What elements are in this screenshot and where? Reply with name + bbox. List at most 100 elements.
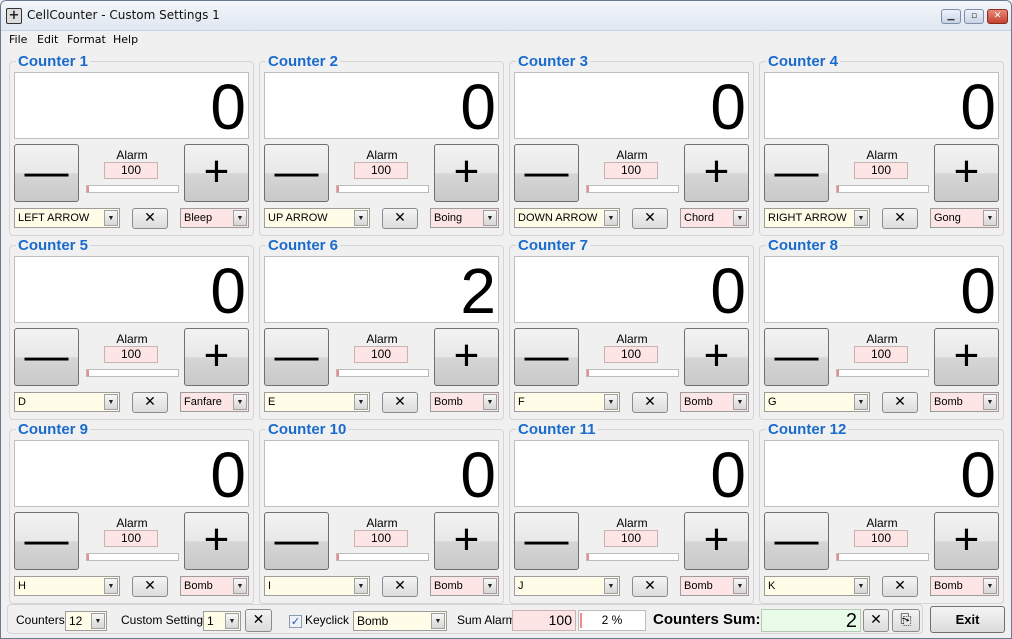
alarm-input[interactable]: 100 (104, 162, 158, 179)
reset-all-button[interactable]: ✕ (863, 609, 889, 632)
chevron-down-icon[interactable]: ▼ (983, 394, 997, 410)
reset-counter-button[interactable]: ✕ (882, 576, 918, 597)
sound-select[interactable]: Bleep ▼ (180, 208, 249, 228)
decrement-button[interactable]: — (14, 144, 79, 202)
chevron-down-icon[interactable]: ▼ (233, 394, 247, 410)
chevron-down-icon[interactable]: ▼ (604, 210, 618, 226)
reset-counter-button[interactable]: ✕ (382, 208, 418, 229)
alarm-input[interactable]: 100 (604, 530, 658, 547)
chevron-down-icon[interactable]: ▼ (91, 613, 105, 629)
decrement-button[interactable]: — (264, 328, 329, 386)
hotkey-select[interactable]: F ▼ (514, 392, 620, 412)
chevron-down-icon[interactable]: ▼ (354, 394, 368, 410)
chevron-down-icon[interactable]: ▼ (483, 210, 497, 226)
chevron-down-icon[interactable]: ▼ (854, 394, 868, 410)
hotkey-select[interactable]: K ▼ (764, 576, 870, 596)
chevron-down-icon[interactable]: ▼ (983, 578, 997, 594)
chevron-down-icon[interactable]: ▼ (854, 578, 868, 594)
reset-counter-button[interactable]: ✕ (132, 392, 168, 413)
decrement-button[interactable]: — (764, 512, 829, 570)
chevron-down-icon[interactable]: ▼ (604, 394, 618, 410)
sound-select[interactable]: Bomb ▼ (180, 576, 249, 596)
increment-button[interactable]: + (184, 512, 249, 570)
sound-select[interactable]: Bomb ▼ (680, 576, 749, 596)
hotkey-select[interactable]: H ▼ (14, 576, 120, 596)
chevron-down-icon[interactable]: ▼ (604, 578, 618, 594)
reset-counter-button[interactable]: ✕ (382, 576, 418, 597)
sound-select[interactable]: Gong ▼ (930, 208, 999, 228)
chevron-down-icon[interactable]: ▼ (483, 394, 497, 410)
hotkey-select[interactable]: G ▼ (764, 392, 870, 412)
decrement-button[interactable]: — (764, 328, 829, 386)
alarm-input[interactable]: 100 (104, 530, 158, 547)
exit-button[interactable]: Exit (930, 606, 1005, 633)
decrement-button[interactable]: — (14, 328, 79, 386)
hotkey-select[interactable]: E ▼ (264, 392, 370, 412)
increment-button[interactable]: + (684, 512, 749, 570)
hotkey-select[interactable]: RIGHT ARROW ▼ (764, 208, 870, 228)
sound-select[interactable]: Bomb ▼ (930, 576, 999, 596)
decrement-button[interactable]: — (514, 328, 579, 386)
keyclick-checkbox[interactable]: ✓ (289, 615, 302, 628)
chevron-down-icon[interactable]: ▼ (354, 578, 368, 594)
decrement-button[interactable]: — (514, 512, 579, 570)
increment-button[interactable]: + (684, 144, 749, 202)
chevron-down-icon[interactable]: ▼ (483, 578, 497, 594)
chevron-down-icon[interactable]: ▼ (854, 210, 868, 226)
alarm-input[interactable]: 100 (854, 530, 908, 547)
alarm-input[interactable]: 100 (354, 346, 408, 363)
hotkey-select[interactable]: D ▼ (14, 392, 120, 412)
increment-button[interactable]: + (684, 328, 749, 386)
decrement-button[interactable]: — (14, 512, 79, 570)
minimize-button[interactable]: ▁ (941, 9, 961, 24)
sound-select[interactable]: Bomb ▼ (680, 392, 749, 412)
chevron-down-icon[interactable]: ▼ (733, 578, 747, 594)
reset-counter-button[interactable]: ✕ (632, 392, 668, 413)
hotkey-select[interactable]: DOWN ARROW ▼ (514, 208, 620, 228)
reset-counter-button[interactable]: ✕ (132, 576, 168, 597)
reset-counter-button[interactable]: ✕ (632, 576, 668, 597)
decrement-button[interactable]: — (264, 144, 329, 202)
decrement-button[interactable]: — (514, 144, 579, 202)
alarm-input[interactable]: 100 (604, 162, 658, 179)
alarm-input[interactable]: 100 (104, 346, 158, 363)
sound-select[interactable]: Chord ▼ (680, 208, 749, 228)
increment-button[interactable]: + (184, 144, 249, 202)
hotkey-select[interactable]: J ▼ (514, 576, 620, 596)
hotkey-select[interactable]: UP ARROW ▼ (264, 208, 370, 228)
reset-counter-button[interactable]: ✕ (382, 392, 418, 413)
keyclick-sound-select[interactable]: Bomb ▼ (353, 611, 447, 631)
chevron-down-icon[interactable]: ▼ (104, 210, 118, 226)
sound-select[interactable]: Boing ▼ (430, 208, 499, 228)
reset-counter-button[interactable]: ✕ (132, 208, 168, 229)
increment-button[interactable]: + (934, 144, 999, 202)
menu-format[interactable]: Format (67, 33, 106, 46)
sound-select[interactable]: Bomb ▼ (430, 576, 499, 596)
chevron-down-icon[interactable]: ▼ (431, 613, 445, 629)
delete-settings-button[interactable]: ✕ (245, 609, 272, 632)
copy-icon[interactable]: ⎘ (892, 609, 920, 632)
sound-select[interactable]: Bomb ▼ (430, 392, 499, 412)
menu-file[interactable]: File (9, 33, 27, 46)
chevron-down-icon[interactable]: ▼ (104, 578, 118, 594)
alarm-input[interactable]: 100 (354, 162, 408, 179)
maximize-button[interactable]: ▫ (964, 9, 984, 24)
hotkey-select[interactable]: I ▼ (264, 576, 370, 596)
chevron-down-icon[interactable]: ▼ (983, 210, 997, 226)
chevron-down-icon[interactable]: ▼ (104, 394, 118, 410)
menu-edit[interactable]: Edit (37, 33, 58, 46)
increment-button[interactable]: + (434, 512, 499, 570)
increment-button[interactable]: + (434, 328, 499, 386)
alarm-input[interactable]: 100 (604, 346, 658, 363)
chevron-down-icon[interactable]: ▼ (733, 394, 747, 410)
alarm-input[interactable]: 100 (854, 162, 908, 179)
sound-select[interactable]: Fanfare ▼ (180, 392, 249, 412)
hotkey-select[interactable]: LEFT ARROW ▼ (14, 208, 120, 228)
close-button[interactable]: ✕ (987, 9, 1008, 24)
alarm-input[interactable]: 100 (854, 346, 908, 363)
increment-button[interactable]: + (934, 328, 999, 386)
reset-counter-button[interactable]: ✕ (882, 392, 918, 413)
chevron-down-icon[interactable]: ▼ (225, 613, 239, 629)
decrement-button[interactable]: — (264, 512, 329, 570)
increment-button[interactable]: + (934, 512, 999, 570)
